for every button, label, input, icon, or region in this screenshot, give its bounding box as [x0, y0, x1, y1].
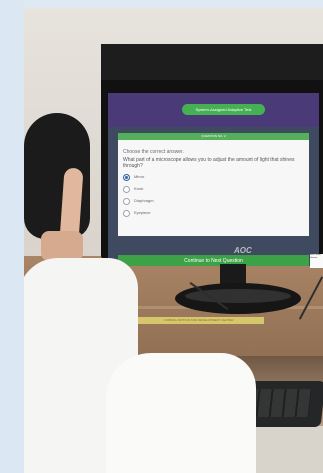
child-neck: [41, 231, 83, 261]
continue-button[interactable]: Continue to Next Question: [118, 255, 309, 266]
monitor-screen: System-Assigned Adaptive Test QUESTION N…: [108, 93, 319, 266]
answer-option[interactable]: Diaphragm: [123, 197, 243, 206]
monitor-brand: AOC: [234, 246, 252, 255]
monitor-stand-base: [175, 283, 301, 314]
radio-icon[interactable]: [123, 174, 130, 181]
desk-sign: Inter Private Network: [310, 254, 323, 268]
instruction-text: Choose the correct answer.: [123, 149, 184, 155]
option-label: Knob: [134, 186, 144, 191]
question-text: What part of a microscope allows you to …: [123, 157, 295, 169]
option-label: Eyepiece: [134, 210, 151, 215]
radio-icon[interactable]: [123, 198, 130, 205]
desk-label: NORMAL MOTION AND DEVELOPMENT CENTER: [134, 317, 264, 324]
question-number-strip: QUESTION NO. 2: [118, 133, 309, 140]
monitor-vent: [101, 44, 323, 80]
answer-option[interactable]: Eyepiece: [123, 209, 243, 218]
option-label: Mirror: [134, 174, 145, 179]
answer-option[interactable]: Mirror: [123, 173, 243, 182]
question-box: Choose the correct answer. What part of …: [118, 140, 309, 236]
test-title-pill: System-Assigned Adaptive Test: [182, 104, 265, 115]
answer-option[interactable]: Knob: [123, 185, 243, 194]
option-label: Diaphragm: [134, 198, 154, 203]
radio-icon[interactable]: [123, 210, 130, 217]
classroom-photo: System-Assigned Adaptive Test QUESTION N…: [24, 8, 323, 473]
page-left-strip: [0, 0, 24, 473]
radio-icon[interactable]: [123, 186, 130, 193]
shirt-sleeve: [106, 353, 256, 473]
computer-monitor: System-Assigned Adaptive Test QUESTION N…: [101, 44, 323, 266]
